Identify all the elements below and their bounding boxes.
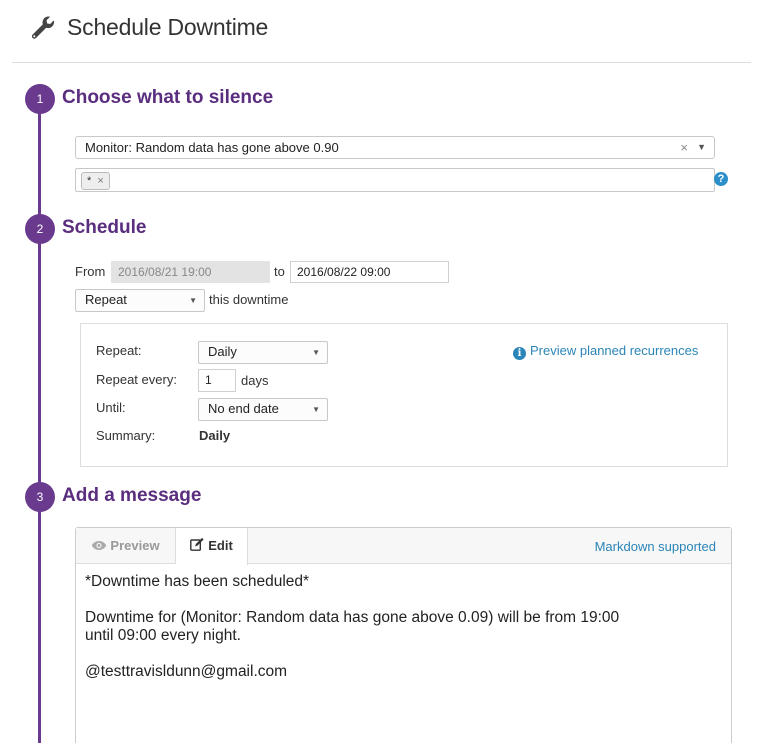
editor-tab-bar: Preview Edit Markdown supported [76,528,731,565]
message-line[interactable]: until 09:00 every night. [85,627,241,645]
message-line[interactable]: @testtravisldunn@gmail.com [85,663,287,681]
dialog-title: Schedule Downtime [67,14,269,40]
to-label: to [274,264,285,279]
tab-preview[interactable]: Preview [76,528,176,564]
chevron-down-icon: ▼ [189,296,197,305]
dialog-header: Schedule Downtime [0,0,759,62]
scope-input[interactable]: * × [75,168,715,192]
markdown-supported-link[interactable]: Markdown supported [595,539,716,554]
info-icon: i [513,347,526,360]
repeat-every-label: Repeat every: [96,372,177,387]
from-label: From [75,264,106,279]
repeat-mode-value: Repeat [85,292,127,307]
chevron-down-icon: ▼ [312,405,320,414]
tab-edit[interactable]: Edit [176,528,248,565]
until-value: No end date [208,401,279,416]
scope-tag-label: * [87,175,92,187]
eye-icon [92,541,107,550]
step-2-title: Schedule [62,217,147,238]
repeat-frequency-select[interactable]: Daily ▼ [198,341,328,364]
chevron-down-icon: ▼ [312,348,320,357]
repeat-frequency-value: Daily [208,344,237,359]
until-label: Until: [96,400,126,415]
to-datetime-field[interactable]: 2016/08/22 09:00 [290,261,449,283]
repeat-every-unit: days [241,373,269,388]
step-3-title: Add a message [62,485,202,506]
message-editor: Preview Edit Markdown supported *Downtim… [75,527,732,743]
step-2-badge: 2 [25,214,55,244]
tab-edit-label: Edit [208,538,233,553]
monitor-select-value: Monitor: Random data has gone above 0.90 [85,140,339,155]
step-1-title: Choose what to silence [62,87,274,108]
repeat-mode-select[interactable]: Repeat ▼ [75,289,205,312]
repeat-label: Repeat: [96,343,142,358]
tag-remove-icon[interactable]: × [97,175,103,187]
scope-tag: * × [81,172,110,190]
chevron-down-icon[interactable]: ▼ [697,142,706,152]
tab-preview-label: Preview [110,538,160,553]
help-icon[interactable]: ? [714,172,728,186]
message-line[interactable]: *Downtime has been scheduled* [85,573,309,591]
until-select[interactable]: No end date ▼ [198,398,328,421]
summary-value: Daily [199,428,231,443]
monitor-select[interactable]: Monitor: Random data has gone above 0.90… [75,136,715,159]
step-timeline [38,98,41,743]
step-3-badge: 3 [25,482,55,512]
summary-label: Summary: [96,428,156,443]
message-line[interactable]: Downtime for (Monitor: Random data has g… [85,609,619,627]
step-1-badge: 1 [25,84,55,114]
wrench-icon [31,16,55,39]
preview-recurrences-link[interactable]: i Preview planned recurrences [513,343,698,360]
clear-icon[interactable]: × [680,140,688,155]
edit-icon [190,537,204,551]
this-downtime-label: this downtime [209,292,289,307]
from-datetime-field[interactable]: 2016/08/21 19:00 [111,261,270,283]
header-divider [12,62,751,63]
repeat-every-input[interactable]: 1 [198,369,236,392]
schedule-downtime-dialog: Schedule Downtime 1 Choose what to silen… [0,0,759,743]
preview-recurrences-label: Preview planned recurrences [530,343,699,358]
